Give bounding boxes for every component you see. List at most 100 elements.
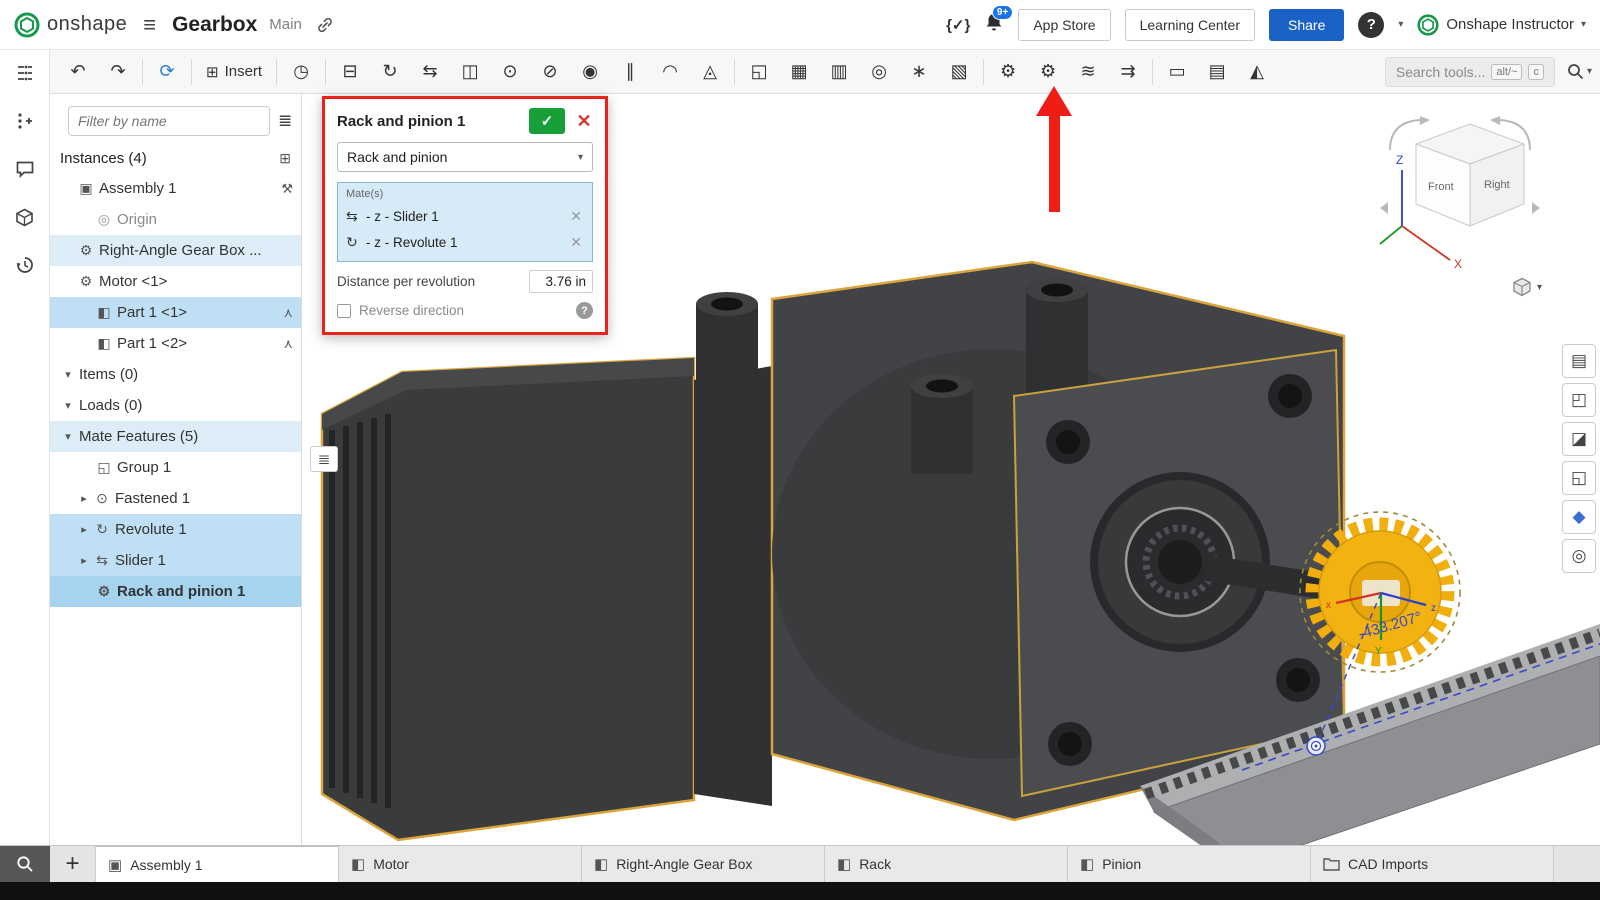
tree-section-items[interactable]: ▾ Items (0) bbox=[50, 359, 301, 390]
cancel-button[interactable]: ✕ bbox=[571, 108, 597, 134]
parallel-mate-icon[interactable]: ∥ bbox=[610, 55, 650, 89]
sync-icon[interactable]: ⟳ bbox=[147, 55, 187, 89]
tangent-mate-icon[interactable]: ◠ bbox=[650, 55, 690, 89]
parts-help-icon[interactable] bbox=[12, 204, 38, 230]
pin-slot-mate-icon[interactable]: ⊘ bbox=[530, 55, 570, 89]
in-context-icon[interactable]: ⋏ bbox=[277, 305, 293, 321]
render-studio-icon[interactable]: ◆ bbox=[1562, 500, 1596, 534]
help-icon[interactable]: ? bbox=[576, 302, 593, 319]
measure-icon[interactable]: ◎ bbox=[1562, 539, 1596, 573]
undo-icon[interactable]: ↶ bbox=[58, 55, 98, 89]
add-tab-button[interactable]: + bbox=[50, 846, 96, 882]
view-cube[interactable]: Front Right Z X bbox=[1372, 108, 1548, 278]
drawing-icon[interactable]: ▭ bbox=[1157, 55, 1197, 89]
reverse-direction-checkbox[interactable] bbox=[337, 304, 351, 318]
ball-mate-icon[interactable]: ◉ bbox=[570, 55, 610, 89]
tree-section-mate-features[interactable]: ▾ Mate Features (5) bbox=[50, 421, 301, 452]
notifications-button[interactable]: 9+ bbox=[984, 12, 1004, 38]
distance-input[interactable] bbox=[529, 270, 593, 293]
chevron-down-icon[interactable]: ▾ bbox=[60, 368, 76, 381]
tree-item-right-angle-gear-box[interactable]: ⚙ Right-Angle Gear Box ... bbox=[50, 235, 301, 266]
bom-table-icon[interactable]: ▤ bbox=[1562, 344, 1596, 378]
replicate-icon[interactable]: ▦ bbox=[779, 55, 819, 89]
expand-panel-button[interactable]: ≣ bbox=[310, 446, 338, 472]
display-states-icon[interactable]: ◭ bbox=[1237, 55, 1277, 89]
rack-pinion-relation-icon[interactable]: ⚙ bbox=[1028, 55, 1068, 89]
view-options-button[interactable]: ▾ bbox=[1511, 276, 1542, 298]
remove-mate-icon[interactable]: ✕ bbox=[568, 208, 584, 225]
mate-connector-icon[interactable]: ◬ bbox=[690, 55, 730, 89]
chevron-right-icon[interactable]: ▸ bbox=[76, 492, 92, 505]
rotate-left-arrow[interactable] bbox=[1380, 202, 1388, 214]
rotate-right-arrow[interactable] bbox=[1532, 202, 1540, 214]
mate-row-revolute-1[interactable]: ↻ - z - Revolute 1 ✕ bbox=[346, 229, 584, 255]
chevron-down-icon[interactable]: ▾ bbox=[60, 399, 76, 412]
dialog-title[interactable]: Rack and pinion 1 bbox=[337, 113, 523, 130]
named-positions-icon[interactable]: ◷ bbox=[281, 55, 321, 89]
revolute-mate-icon[interactable]: ↻ bbox=[370, 55, 410, 89]
model-tree-icon[interactable] bbox=[12, 60, 38, 86]
snapshot-icon[interactable]: ▧ bbox=[939, 55, 979, 89]
tree-item-group-1[interactable]: ◱ Group 1 bbox=[50, 452, 301, 483]
app-store-button[interactable]: App Store bbox=[1018, 9, 1110, 41]
onshape-logo[interactable]: onshape bbox=[14, 12, 127, 38]
assembly-context-icon[interactable]: ⚒ bbox=[275, 181, 293, 197]
fastened-mate-icon[interactable]: ⊟ bbox=[330, 55, 370, 89]
featurescript-icon[interactable]: {✓} bbox=[946, 16, 970, 34]
tree-item-revolute-1[interactable]: ▸ ↻ Revolute 1 bbox=[50, 514, 301, 545]
document-menu-icon[interactable]: ≡ bbox=[139, 12, 160, 38]
in-context-icon[interactable]: ⋏ bbox=[277, 336, 293, 352]
isometric-view-icon[interactable]: ◰ bbox=[1562, 383, 1596, 417]
tab-pinion[interactable]: ◧ Pinion bbox=[1068, 846, 1311, 882]
tab-assembly-1[interactable]: ▣ Assembly 1 bbox=[96, 846, 339, 882]
cylindrical-mate-icon[interactable]: ⊙ bbox=[490, 55, 530, 89]
history-icon[interactable] bbox=[12, 252, 38, 278]
tree-item-assembly-1[interactable]: ▣ Assembly 1 ⚒ bbox=[50, 173, 301, 204]
chevron-right-icon[interactable]: ▸ bbox=[76, 554, 92, 567]
relation-type-select[interactable]: Rack and pinion ▾ bbox=[337, 142, 593, 172]
gear-relation-icon[interactable]: ⚙ bbox=[988, 55, 1028, 89]
redo-icon[interactable]: ↷ bbox=[98, 55, 138, 89]
mate-list-icon[interactable] bbox=[12, 108, 38, 134]
tree-item-part-1-2[interactable]: ◧ Part 1 <2> ⋏ bbox=[50, 328, 301, 359]
comment-icon[interactable] bbox=[12, 156, 38, 182]
view-cube-right-label[interactable]: Right bbox=[1484, 179, 1510, 191]
view-cube-front-label[interactable]: Front bbox=[1428, 181, 1454, 193]
help-button[interactable]: ? bbox=[1358, 12, 1384, 38]
tree-item-slider-1[interactable]: ▸ ⇆ Slider 1 bbox=[50, 545, 301, 576]
exploded-view-icon[interactable]: ◱ bbox=[1562, 461, 1596, 495]
tree-item-fastened-1[interactable]: ▸ ⊙ Fastened 1 bbox=[50, 483, 301, 514]
tab-cad-imports[interactable]: CAD Imports bbox=[1311, 846, 1554, 882]
confirm-button[interactable]: ✓ bbox=[529, 108, 565, 134]
filter-input[interactable] bbox=[68, 106, 270, 136]
linear-relation-icon[interactable]: ⇉ bbox=[1108, 55, 1148, 89]
insert-instance-icon[interactable]: ⊞ bbox=[279, 150, 291, 167]
account-menu[interactable]: Onshape Instructor ▾ bbox=[1417, 14, 1586, 36]
mate-row-slider-1[interactable]: ⇆ - z - Slider 1 ✕ bbox=[346, 203, 584, 229]
slider-mate-icon[interactable]: ⇆ bbox=[410, 55, 450, 89]
explode-icon[interactable]: ∗ bbox=[899, 55, 939, 89]
insert-button[interactable]: ⊞ Insert bbox=[196, 55, 272, 89]
list-view-icon[interactable]: ≣ bbox=[278, 111, 292, 131]
section-view-icon[interactable]: ◪ bbox=[1562, 422, 1596, 456]
tree-section-loads[interactable]: ▾ Loads (0) bbox=[50, 390, 301, 421]
chevron-right-icon[interactable]: ▸ bbox=[76, 523, 92, 536]
tree-item-rack-and-pinion-1[interactable]: ⚙ Rack and pinion 1 bbox=[50, 576, 301, 607]
tree-item-motor[interactable]: ⚙ Motor <1> bbox=[50, 266, 301, 297]
circular-pattern-icon[interactable]: ◎ bbox=[859, 55, 899, 89]
chevron-down-icon[interactable]: ▾ bbox=[60, 430, 76, 443]
screw-relation-icon[interactable]: ≋ bbox=[1068, 55, 1108, 89]
motor-part[interactable] bbox=[322, 358, 694, 840]
bom-icon[interactable]: ▤ bbox=[1197, 55, 1237, 89]
tab-right-angle-gear-box[interactable]: ◧ Right-Angle Gear Box bbox=[582, 846, 825, 882]
help-caret-icon[interactable]: ▾ bbox=[1398, 19, 1403, 30]
share-button[interactable]: Share bbox=[1269, 9, 1344, 41]
tab-search-button[interactable] bbox=[0, 846, 50, 882]
instances-header[interactable]: Instances (4) ⊞ bbox=[50, 144, 301, 173]
tab-rack[interactable]: ◧ Rack bbox=[825, 846, 1068, 882]
linear-pattern-icon[interactable]: ▥ bbox=[819, 55, 859, 89]
remove-mate-icon[interactable]: ✕ bbox=[568, 234, 584, 251]
planar-mate-icon[interactable]: ◫ bbox=[450, 55, 490, 89]
learning-center-button[interactable]: Learning Center bbox=[1125, 9, 1255, 41]
search-tools-menu[interactable]: ▾ bbox=[1567, 63, 1592, 80]
